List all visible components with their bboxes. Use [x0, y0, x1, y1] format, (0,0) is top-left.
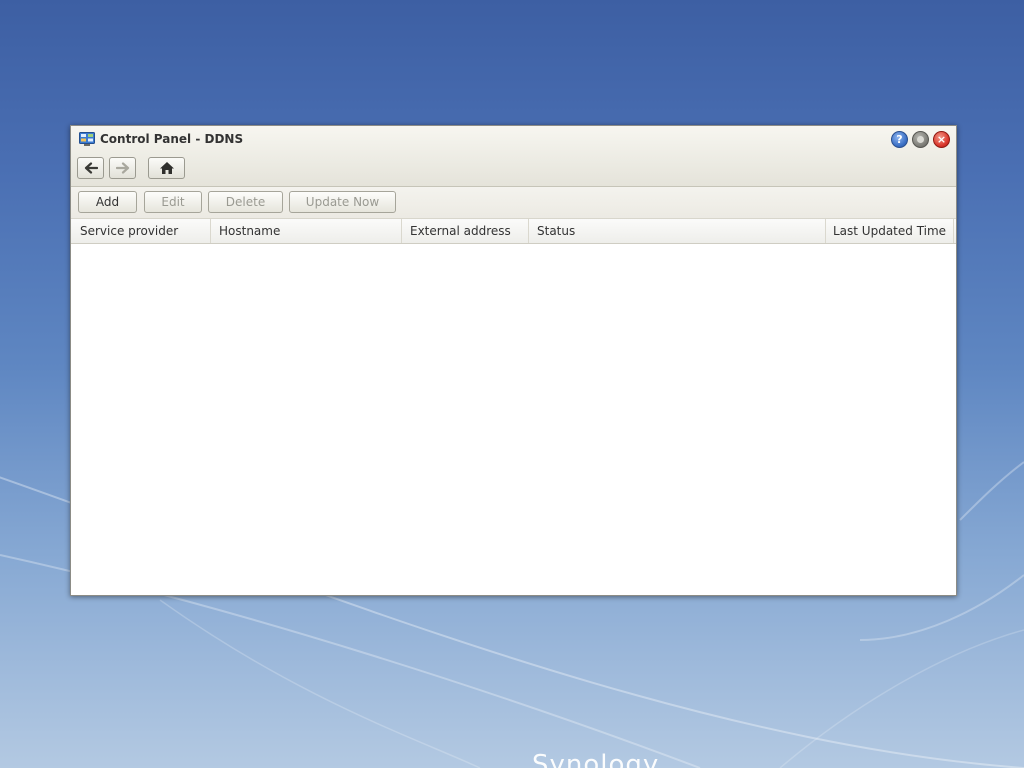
column-header-service-provider[interactable]: Service provider — [71, 219, 211, 243]
grid-body[interactable] — [71, 244, 956, 595]
column-header-external-address[interactable]: External address — [402, 219, 529, 243]
edit-button[interactable]: Edit — [144, 191, 202, 213]
window-titlebar[interactable]: Control Panel - DDNS ? × — [71, 126, 956, 187]
help-icon[interactable]: ? — [891, 131, 908, 148]
arrow-right-icon — [115, 162, 129, 174]
add-button[interactable]: Add — [78, 191, 137, 213]
home-icon — [159, 162, 174, 174]
window-title: Control Panel - DDNS — [100, 132, 244, 146]
ddns-window: Control Panel - DDNS ? × Add Edit Delete… — [70, 125, 957, 596]
column-header-status[interactable]: Status — [529, 219, 826, 243]
back-button[interactable] — [77, 157, 104, 179]
column-header-hostname[interactable]: Hostname — [211, 219, 402, 243]
grid-header: Service provider Hostname External addre… — [71, 219, 956, 244]
arrow-left-icon — [84, 162, 98, 174]
minimize-icon[interactable] — [912, 131, 929, 148]
minimize-dot — [917, 136, 924, 143]
control-panel-icon — [79, 132, 95, 146]
column-header-last-updated-time[interactable]: Last Updated Time — [826, 219, 954, 243]
update-now-button[interactable]: Update Now — [289, 191, 396, 213]
delete-button[interactable]: Delete — [208, 191, 283, 213]
desktop-brand-text: Synology — [532, 750, 660, 768]
toolbar: Add Edit Delete Update Now — [71, 187, 956, 219]
home-button[interactable] — [148, 157, 185, 179]
forward-button[interactable] — [109, 157, 136, 179]
close-icon[interactable]: × — [933, 131, 950, 148]
